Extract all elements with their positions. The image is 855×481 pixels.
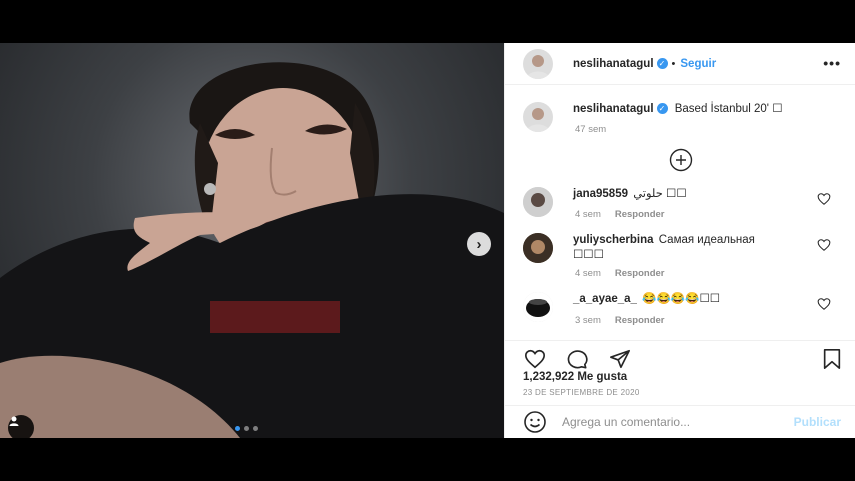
post-date: 23 DE SEPTIEMBRE DE 2020 bbox=[523, 388, 640, 397]
separator-dot: • bbox=[671, 57, 676, 70]
share-icon[interactable] bbox=[608, 348, 632, 370]
carousel-dot bbox=[244, 426, 249, 431]
comment-avatar[interactable] bbox=[523, 292, 553, 322]
instagram-post: › neslihanatagul ✓ • Seguir ••• neslihan… bbox=[0, 43, 855, 438]
comment-time: 4 sem bbox=[575, 268, 601, 279]
more-icon[interactable]: ••• bbox=[823, 55, 841, 71]
comment-time: 3 sem bbox=[575, 315, 601, 326]
comment-form: Publicar bbox=[505, 405, 855, 438]
comment-username[interactable]: yuliyscherbina bbox=[573, 234, 654, 246]
bookmark-icon[interactable] bbox=[821, 348, 843, 370]
author-avatar[interactable] bbox=[523, 48, 553, 79]
follow-button[interactable]: Seguir bbox=[680, 58, 716, 70]
plus-circle-icon[interactable] bbox=[669, 148, 693, 172]
caption-username[interactable]: neslihanatagul bbox=[573, 103, 654, 115]
caption-text: Based İstanbul 20' ☐ bbox=[674, 103, 783, 115]
post-sidebar: neslihanatagul ✓ • Seguir ••• neslihanat… bbox=[504, 43, 855, 438]
heart-icon[interactable] bbox=[817, 192, 831, 206]
reply-button[interactable]: Responder bbox=[615, 209, 665, 220]
comment-time: 4 sem bbox=[575, 209, 601, 220]
caption-avatar[interactable] bbox=[523, 102, 553, 132]
comment-icon[interactable] bbox=[564, 348, 590, 370]
comment-input[interactable] bbox=[560, 414, 774, 430]
comment-text: حلوتي ☐☐ bbox=[633, 188, 687, 200]
comment-avatar[interactable] bbox=[523, 233, 553, 263]
comment-avatar[interactable] bbox=[523, 187, 553, 217]
comment-meta: 3 sem Responder bbox=[575, 315, 665, 326]
likes-count[interactable]: 1,232,922 Me gusta bbox=[523, 371, 627, 383]
user-tag-button[interactable] bbox=[8, 415, 34, 438]
comment-meta: 4 sem Responder bbox=[575, 209, 665, 220]
like-heart-icon[interactable] bbox=[522, 348, 548, 370]
post-header: neslihanatagul ✓ • Seguir ••• bbox=[505, 43, 855, 85]
author-username[interactable]: neslihanatagul bbox=[573, 58, 654, 70]
comment-item: yuliyscherbina Самая идеальная ☐☐☐ bbox=[523, 233, 783, 263]
heart-icon[interactable] bbox=[817, 297, 831, 311]
heart-icon[interactable] bbox=[817, 238, 831, 252]
emoji-icon[interactable] bbox=[522, 410, 548, 434]
caption: neslihanatagul ✓ Based İstanbul 20' ☐ bbox=[523, 102, 783, 132]
chevron-right-icon: › bbox=[476, 235, 482, 253]
post-photo[interactable]: › bbox=[0, 43, 504, 438]
comment-meta: 4 sem Responder bbox=[575, 268, 665, 279]
publish-button[interactable]: Publicar bbox=[794, 415, 841, 429]
verified-badge-icon: ✓ bbox=[656, 58, 668, 69]
reply-button[interactable]: Responder bbox=[615, 315, 665, 326]
carousel-dot bbox=[235, 426, 240, 431]
portrait-image bbox=[0, 62, 504, 438]
next-image-button[interactable]: › bbox=[467, 232, 491, 256]
comment-username[interactable]: jana95859 bbox=[573, 188, 628, 200]
carousel-indicator bbox=[235, 426, 258, 431]
caption-time: 47 sem bbox=[575, 124, 607, 135]
action-bar bbox=[505, 340, 855, 369]
comment-text: 😂😂😂😂☐☐ bbox=[642, 293, 721, 305]
comment-username[interactable]: _a_ayae_a_ bbox=[573, 293, 637, 305]
verified-badge-icon: ✓ bbox=[656, 103, 668, 115]
reply-button[interactable]: Responder bbox=[615, 268, 665, 279]
carousel-dot bbox=[253, 426, 258, 431]
user-tag-icon bbox=[9, 416, 19, 426]
